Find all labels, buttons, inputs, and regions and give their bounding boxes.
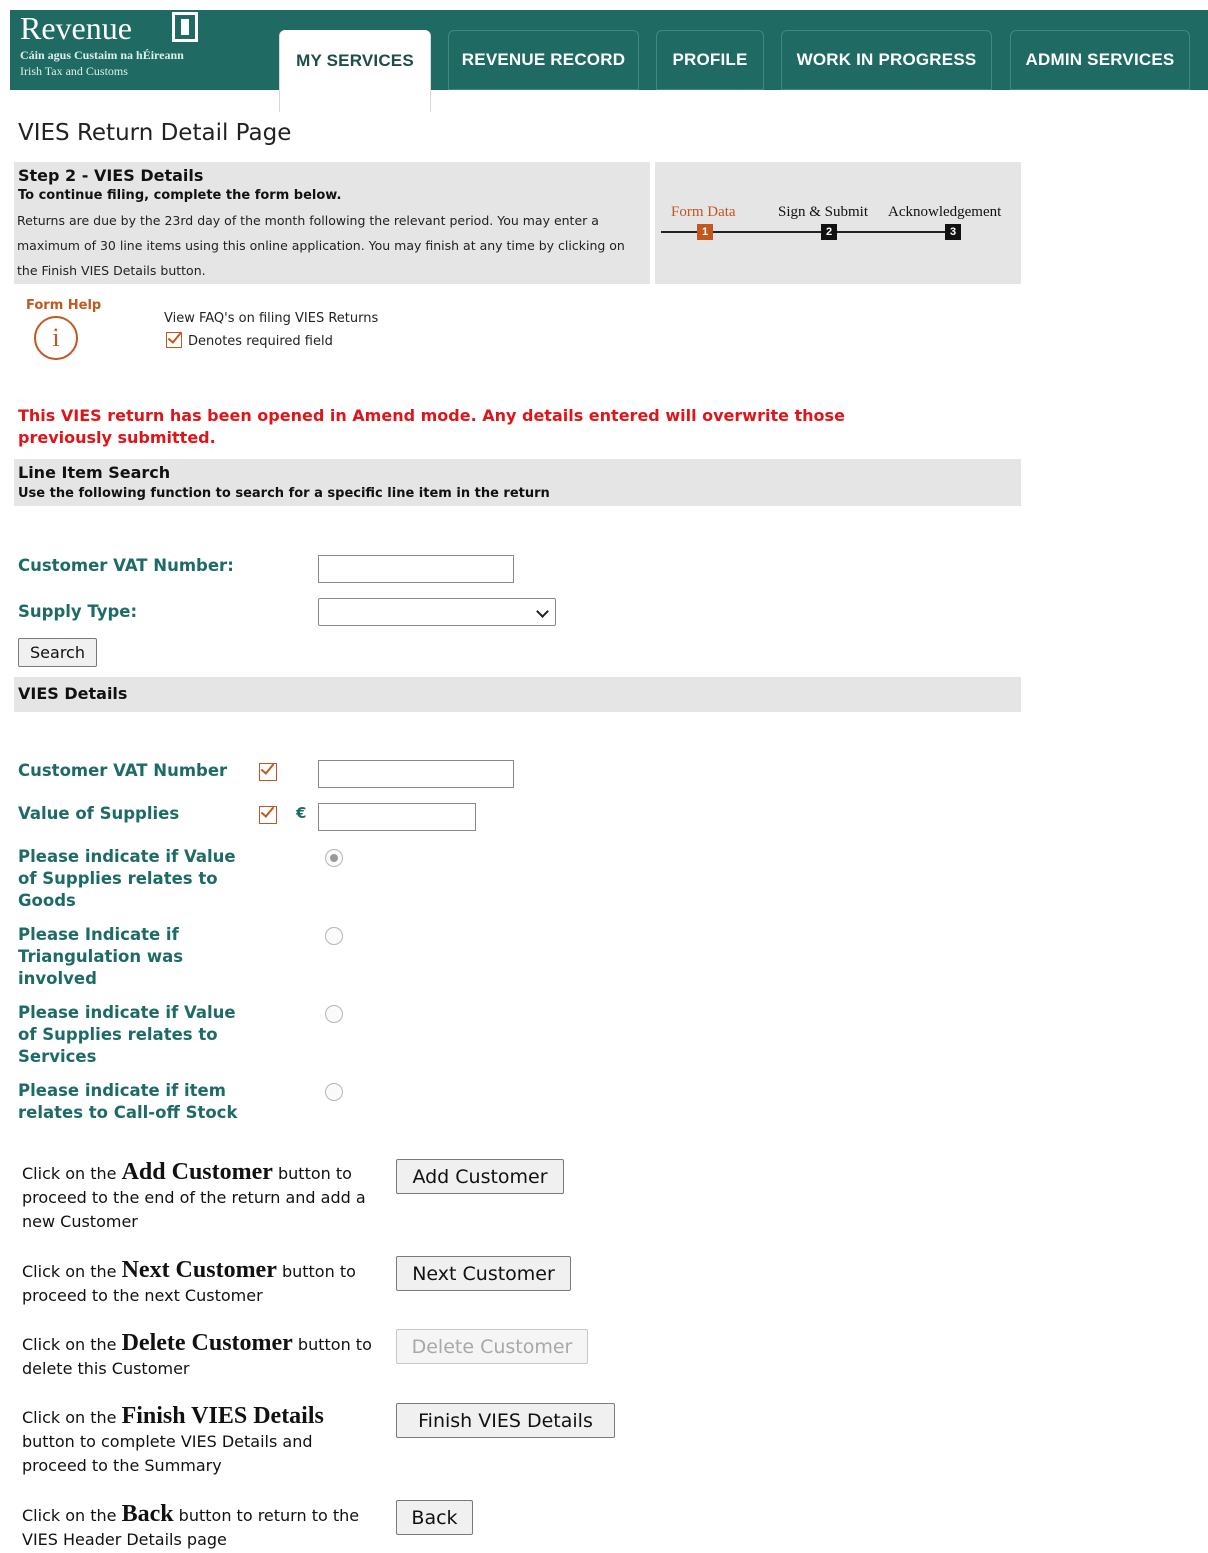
progress-step-3-label: Acknowledgement [888, 204, 1002, 220]
step-info-panel: Step 2 - VIES Details To continue filing… [14, 162, 650, 284]
back-button[interactable]: Back [396, 1500, 473, 1535]
progress-step-2-label: Sign & Submit [778, 204, 869, 220]
logo-title[interactable]: Revenue [20, 10, 132, 47]
delete-customer-button[interactable]: Delete Customer [396, 1329, 588, 1364]
next-customer-button[interactable]: Next Customer [396, 1256, 571, 1291]
tab-work-in-progress[interactable]: WORK IN PROGRESS [781, 30, 992, 90]
progress-step-1-number: 1 [697, 224, 713, 240]
progress-step-2-number: 2 [821, 224, 837, 240]
harp-logo-icon [172, 12, 198, 42]
search-vat-input[interactable] [318, 555, 514, 583]
add-customer-instructions: Click on the Add Customer button to proc… [22, 1159, 366, 1231]
form-help-label[interactable]: Form Help [26, 298, 101, 313]
step-title: Step 2 - VIES Details [18, 166, 204, 185]
currency-symbol: € [296, 804, 307, 822]
logo-subtitle-irish: Cáin agus Custaim na hÉireann [20, 48, 184, 62]
finish-vies-instructions: Click on the Finish VIES Details button … [22, 1403, 324, 1475]
goods-label: Please indicate if Value of Supplies rel… [18, 847, 236, 910]
call-off-stock-radio[interactable] [325, 1083, 343, 1101]
finish-vies-details-button[interactable]: Finish VIES Details [396, 1403, 615, 1438]
search-button[interactable]: Search [18, 638, 97, 667]
required-field-note: Denotes required field [166, 332, 333, 349]
goods-radio[interactable] [325, 849, 343, 867]
progress-step-3-number: 3 [945, 224, 961, 240]
add-customer-button[interactable]: Add Customer [396, 1159, 564, 1194]
supply-type-select[interactable] [318, 598, 556, 626]
customer-vat-input[interactable] [318, 760, 514, 788]
services-label: Please indicate if Value of Supplies rel… [18, 1003, 236, 1066]
line-item-search-title: Line Item Search [18, 463, 171, 482]
customer-vat-label: Customer VAT Number [18, 761, 228, 780]
tab-profile[interactable]: PROFILE [656, 30, 764, 90]
page-title: VIES Return Detail Page [18, 120, 292, 146]
required-check-icon [259, 763, 277, 781]
tab-admin-services[interactable]: ADMIN SERVICES [1010, 30, 1190, 90]
triangulation-radio[interactable] [325, 927, 343, 945]
faq-link[interactable]: View FAQ's on filing VIES Returns [164, 311, 378, 326]
tab-revenue-record[interactable]: REVENUE RECORD [448, 30, 639, 90]
call-off-stock-label: Please indicate if item relates to Call-… [18, 1081, 238, 1122]
progress-step-1-label: Form Data [671, 204, 736, 220]
progress-tracker: Form Data Sign & Submit Acknowledgement … [655, 162, 1021, 284]
delete-customer-instructions: Click on the Delete Customer button to d… [22, 1330, 372, 1378]
info-icon[interactable]: i [34, 316, 78, 360]
required-check-icon [259, 806, 277, 824]
chevron-down-icon [536, 605, 549, 618]
logo-subtitle-english: Irish Tax and Customs [20, 64, 128, 78]
supply-type-label: Supply Type: [18, 602, 138, 621]
search-vat-label: Customer VAT Number: [18, 556, 234, 575]
next-customer-instructions: Click on the Next Customer button to pro… [22, 1257, 356, 1305]
value-of-supplies-label: Value of Supplies [18, 804, 180, 823]
back-instructions: Click on the Back button to return to th… [22, 1501, 360, 1549]
line-item-search-header: Line Item Search Use the following funct… [14, 459, 1021, 506]
vies-details-header: VIES Details [14, 677, 1021, 712]
step-subtitle: To continue filing, complete the form be… [18, 188, 342, 203]
required-note-text: Denotes required field [188, 334, 333, 349]
line-item-search-subtitle: Use the following function to search for… [18, 486, 550, 501]
tab-my-services[interactable]: MY SERVICES [279, 30, 431, 112]
value-of-supplies-input[interactable] [318, 803, 476, 831]
triangulation-label: Please Indicate if Triangulation was inv… [18, 925, 184, 988]
step-instructions: Returns are due by the 23rd day of the m… [17, 213, 625, 278]
vies-details-title: VIES Details [18, 684, 128, 703]
required-check-icon [166, 332, 182, 348]
amend-mode-warning: This VIES return has been opened in Amen… [18, 406, 845, 447]
services-radio[interactable] [325, 1005, 343, 1023]
